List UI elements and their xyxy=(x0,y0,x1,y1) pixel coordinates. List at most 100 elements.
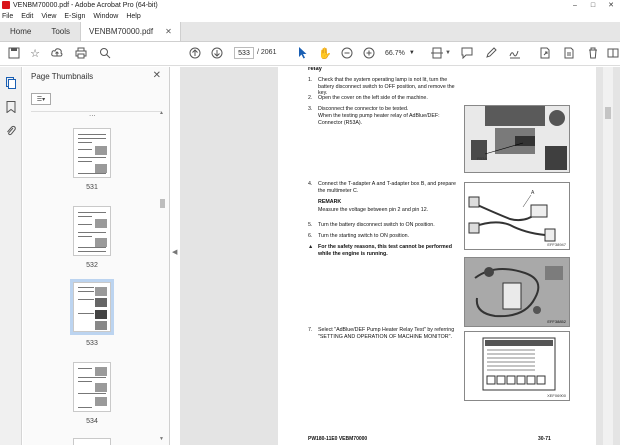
attachments-paperclip-icon[interactable] xyxy=(5,125,17,137)
more-tools-icon[interactable] xyxy=(606,46,620,60)
document-scroll-thumb[interactable] xyxy=(605,107,611,119)
close-tab-icon[interactable]: ✕ xyxy=(165,27,172,36)
figure-code: EFF38852 xyxy=(547,319,566,324)
panel-scroll-thumb[interactable] xyxy=(160,199,165,208)
step-number: 4. xyxy=(308,181,313,187)
window-title-bar: VENBM70000.pdf - Adobe Acrobat Pro (64-b… xyxy=(0,0,620,10)
draw-signature-icon[interactable] xyxy=(508,46,522,60)
next-page-icon[interactable] xyxy=(210,46,224,60)
step-text: Open the cover on the left side of the m… xyxy=(318,95,428,101)
hand-tool-icon[interactable]: ✋ xyxy=(318,46,332,60)
scroll-down-arrow-icon[interactable]: ▼ xyxy=(159,436,164,442)
fit-options-chevron-icon[interactable]: ▼ xyxy=(444,46,452,60)
step-text: Select "AdBlue/DEF Pump Heater Relay Tes… xyxy=(318,327,455,340)
connector-label: R53A xyxy=(477,156,488,161)
minimize-icon[interactable]: – xyxy=(566,0,584,10)
step-text: Check that the system operating lamp is … xyxy=(318,77,455,96)
menu-file[interactable]: File xyxy=(2,13,13,20)
panel-scrollbar[interactable]: ▲ ▼ xyxy=(159,110,166,444)
step-number: 2. xyxy=(308,95,313,101)
document-viewport[interactable]: relay 1. Check that the system operating… xyxy=(180,67,620,445)
section-heading: relay xyxy=(308,67,323,72)
tab-document-label: VENBM70000.pdf xyxy=(89,27,154,36)
footer-left: PW180-11E0 VEBM70000 xyxy=(308,436,368,442)
thumbnail-options-button[interactable]: ☰▾ xyxy=(31,93,51,105)
toolbar: ☆ 533 / 2061 ✋ 66.7% ▼ ▼ xyxy=(0,42,620,66)
figure-t-box-photo: EFF38852 xyxy=(464,257,570,327)
save-icon[interactable] xyxy=(7,46,21,60)
zoom-level-dropdown[interactable]: 66.7% ▼ xyxy=(385,47,421,59)
warning-icon: ▲ xyxy=(308,244,314,250)
document-scrollbar[interactable] xyxy=(603,67,613,445)
export-pdf-icon[interactable] xyxy=(538,46,552,60)
maximize-icon[interactable]: □ xyxy=(584,0,602,10)
page-thumbnails-icon[interactable] xyxy=(5,77,17,89)
previous-page-icon[interactable] xyxy=(188,46,202,60)
window-controls: – □ ✕ xyxy=(566,0,620,10)
menu-help[interactable]: Help xyxy=(126,13,140,20)
delete-trash-icon[interactable] xyxy=(586,46,600,60)
step-number: 7. xyxy=(308,327,313,333)
scroll-up-arrow-icon[interactable]: ▲ xyxy=(159,110,164,116)
tab-home[interactable]: Home xyxy=(0,22,41,41)
thumbnail-page[interactable] xyxy=(73,362,111,412)
search-icon[interactable] xyxy=(98,46,112,60)
panel-title: Page Thumbnails xyxy=(31,72,94,81)
remark-text: Measure the voltage between pin 2 and pi… xyxy=(318,207,429,213)
figure-t-adapter-drawing: A EFF38947 xyxy=(464,182,570,250)
highlight-pen-icon[interactable] xyxy=(484,46,498,60)
options-menu-icon: ☰▾ xyxy=(36,96,46,103)
panel-divider xyxy=(31,111,161,112)
bookmarks-icon[interactable] xyxy=(5,101,17,113)
menu-view[interactable]: View xyxy=(41,13,56,20)
step-text: When the testing pump heater relay of Ad… xyxy=(318,113,440,126)
thumbnail-page[interactable] xyxy=(73,128,111,178)
page-number-input[interactable]: 533 xyxy=(234,47,254,59)
close-window-icon[interactable]: ✕ xyxy=(602,0,620,10)
window-title: VENBM70000.pdf - Adobe Acrobat Pro (64-b… xyxy=(13,1,158,9)
comment-icon[interactable] xyxy=(460,46,474,60)
step-number: 6. xyxy=(308,233,313,239)
step-number: 1. xyxy=(308,77,313,83)
close-panel-icon[interactable]: ✕ xyxy=(153,70,161,81)
page-total: / 2061 xyxy=(257,49,277,56)
collapse-panel-arrow-icon[interactable]: ◀ xyxy=(172,248,177,256)
navigation-rail xyxy=(0,67,22,445)
thumbnail-page[interactable] xyxy=(73,438,111,445)
figure-connector-photo: R53A xyxy=(464,105,570,173)
step-text: Disconnect the connector to be tested. xyxy=(318,106,409,112)
more-thumbnails-indicator: ... xyxy=(89,109,96,118)
thumbnail-label: 533 xyxy=(86,340,98,347)
menu-window[interactable]: Window xyxy=(93,13,118,20)
thumbnail-label: 531 xyxy=(86,184,98,191)
step-number: 5. xyxy=(308,222,313,228)
svg-text:A: A xyxy=(531,190,535,196)
select-cursor-icon[interactable] xyxy=(296,46,310,60)
remark-title: REMARK xyxy=(318,199,342,205)
figure-monitor-screen: XEF06900 xyxy=(464,331,570,401)
tab-document[interactable]: VENBM70000.pdf ✕ xyxy=(80,22,181,41)
share-document-icon[interactable] xyxy=(562,46,576,60)
zoom-in-icon[interactable] xyxy=(362,46,376,60)
tab-tools[interactable]: Tools xyxy=(41,22,80,41)
thumbnail-page-selected[interactable] xyxy=(70,279,114,335)
upload-cloud-icon[interactable] xyxy=(50,46,64,60)
step-text: Turn the starting switch to ON position. xyxy=(318,233,410,239)
step-text: Connect the T-adapter A and T-adapter bo… xyxy=(318,181,456,194)
chevron-down-icon: ▼ xyxy=(408,50,415,56)
tab-bar: Home Tools VENBM70000.pdf ✕ xyxy=(0,22,620,42)
step-text: Turn the battery disconnect switch to ON… xyxy=(318,222,435,228)
menu-bar: File Edit View E-Sign Window Help xyxy=(0,10,620,22)
warning-text: For the safety reasons, this test cannot… xyxy=(318,244,452,257)
step-number: 3. xyxy=(308,106,313,112)
thumbnail-label: 534 xyxy=(86,418,98,425)
menu-edit[interactable]: Edit xyxy=(21,13,33,20)
acrobat-app-icon xyxy=(2,1,10,9)
zoom-level-value: 66.7% xyxy=(385,49,405,57)
thumbnail-page[interactable] xyxy=(73,206,111,256)
bookmark-star-icon[interactable]: ☆ xyxy=(28,46,42,60)
page-fit-icon[interactable] xyxy=(430,46,444,60)
zoom-out-icon[interactable] xyxy=(340,46,354,60)
menu-esign[interactable]: E-Sign xyxy=(64,13,85,20)
print-icon[interactable] xyxy=(74,46,88,60)
